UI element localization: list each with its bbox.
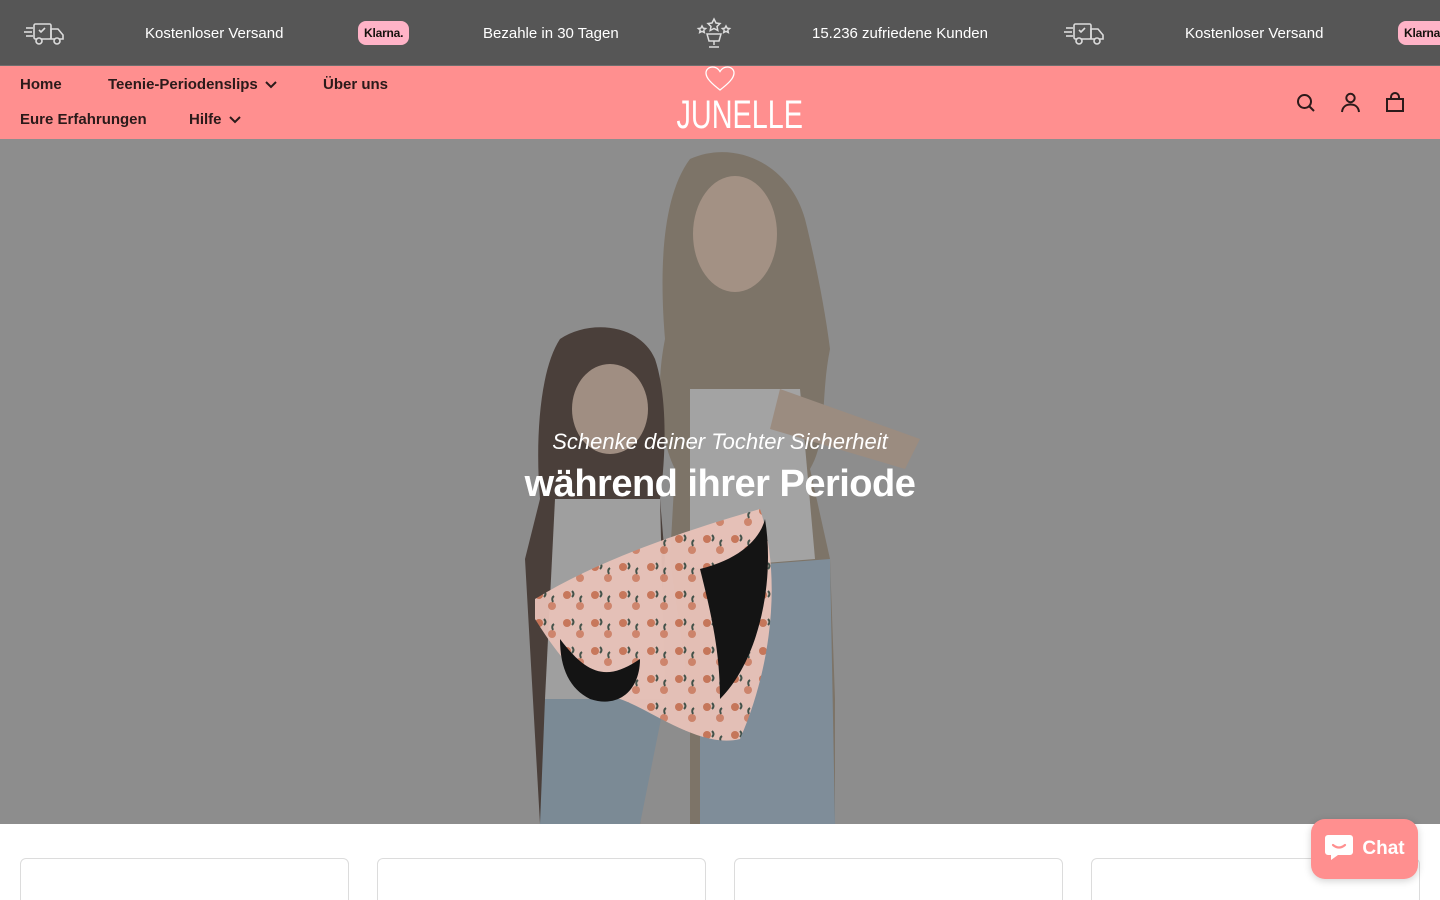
announcement-text: Kostenloser Versand — [1185, 24, 1324, 42]
chevron-down-icon — [228, 115, 242, 125]
chat-button[interactable]: Chat — [1311, 819, 1418, 879]
announcement-text: Bezahle in 30 Tagen — [483, 24, 619, 42]
trophy-icon — [696, 0, 732, 65]
hero-subtitle: Schenke deiner Tochter Sicherheit — [552, 429, 888, 454]
nav-hilfe[interactable]: Hilfe — [189, 111, 242, 128]
cart-icon[interactable] — [1385, 92, 1405, 113]
nav-about-label: Über uns — [323, 76, 389, 93]
announcement-text: 15.236 zufriedene Kunden — [812, 24, 988, 42]
hero-title: während ihrer Periode — [524, 463, 916, 505]
account-icon[interactable] — [1340, 92, 1361, 113]
site-logo[interactable]: JUNELLE — [660, 66, 803, 139]
nav-teenie-label: Teenie-Periodenslips — [108, 76, 258, 93]
nav-home-label: Home — [20, 76, 62, 93]
klarna-logo: Klarna. — [1398, 0, 1440, 65]
announcement-bar: Kostenloser Versand Klarna. Bezahle in 3… — [0, 0, 1440, 66]
logo-wordmark: JUNELLE — [676, 93, 803, 137]
nav-help-label: Hilfe — [189, 111, 222, 128]
nav-home[interactable]: Home — [20, 76, 62, 93]
chat-label: Chat — [1362, 838, 1405, 859]
announcement-text: Kostenloser Versand — [145, 24, 284, 42]
product-card[interactable] — [20, 858, 349, 900]
nav-ueber-uns[interactable]: Über uns — [323, 76, 388, 93]
product-card[interactable] — [377, 858, 706, 900]
nav-reviews-label: Eure Erfahrungen — [20, 111, 147, 128]
truck-icon — [24, 0, 66, 65]
search-icon[interactable] — [1296, 93, 1316, 113]
chevron-down-icon — [264, 80, 278, 90]
site-header: Home Teenie-Periodenslips Über uns Eure … — [0, 66, 1440, 139]
product-card[interactable] — [734, 858, 1063, 900]
nav-eure-erfahrungen[interactable]: Eure Erfahrungen — [20, 111, 147, 128]
klarna-logo: Klarna. — [358, 0, 410, 65]
hero-banner[interactable]: Schenke deiner Tochter Sicherheit währen… — [0, 139, 1440, 824]
truck-icon — [1064, 0, 1106, 65]
nav-teenie-periodenslips[interactable]: Teenie-Periodenslips — [108, 76, 278, 93]
chat-bubble-icon — [1324, 833, 1354, 866]
